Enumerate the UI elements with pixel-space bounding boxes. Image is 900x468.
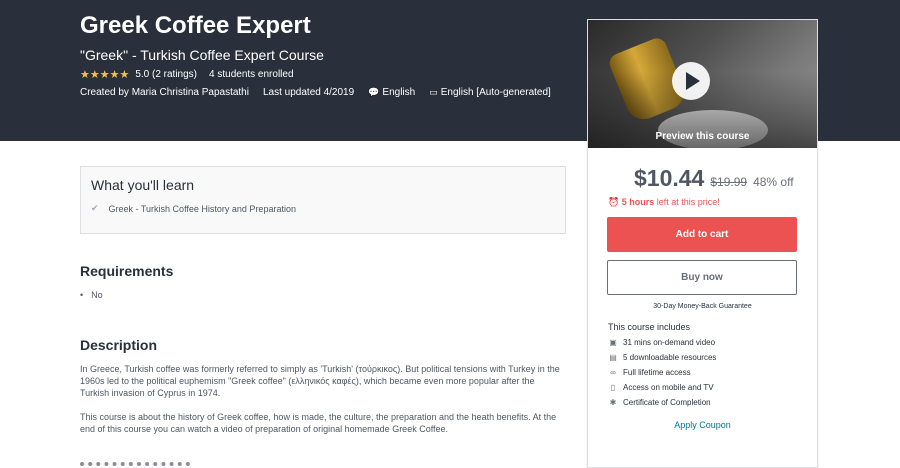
learn-item: ✔ Greek - Turkish Coffee History and Pre… (91, 203, 296, 214)
speech-bubble-icon: 💬 (368, 87, 380, 97)
star-rating-icon: ★★★★★ (80, 69, 130, 81)
include-label: 31 mins on-demand video (623, 338, 716, 347)
course-preview-video[interactable]: Preview this course (588, 20, 817, 148)
description-paragraph: This course is about the history of Gree… (80, 412, 557, 435)
last-updated: Last updated 4/2019 (262, 87, 355, 98)
include-label: Access on mobile and TV (623, 383, 714, 392)
captions-language: English [Auto-generated] (440, 87, 551, 98)
instructor-link[interactable]: Created by Maria Christina Papastathi (80, 87, 249, 98)
truncated-text (80, 462, 200, 468)
includes-list: ▣ 31 mins on-demand video ▤ 5 downloadab… (608, 335, 716, 410)
requirement-text: No (91, 290, 103, 300)
what-you-learn-box: What you'll learn ✔ Greek - Turkish Coff… (80, 166, 566, 234)
mobile-icon: ▯ (610, 383, 616, 392)
infinity-icon: ∞ (610, 368, 616, 377)
requirements-heading: Requirements (80, 263, 174, 279)
enrolled-count: 4 students enrolled (209, 69, 294, 80)
add-to-cart-button[interactable]: Add to cart (607, 217, 797, 252)
price-row: $10.44 $19.99 48% off (634, 165, 794, 192)
play-icon[interactable] (672, 62, 710, 100)
description-paragraph: In Greece, Turkish coffee was formerly r… (80, 364, 560, 399)
rating-text[interactable]: 5.0 (2 ratings) (135, 69, 197, 80)
list-item: ✱ Certificate of Completion (608, 395, 716, 410)
include-label: 5 downloadable resources (623, 353, 717, 362)
language: English (382, 87, 416, 98)
timer-hours: 5 hours (621, 197, 655, 207)
learn-item-text: Greek - Turkish Coffee History and Prepa… (108, 203, 296, 214)
learn-heading: What you'll learn (91, 177, 195, 193)
includes-heading: This course includes (608, 322, 691, 332)
course-title: Greek Coffee Expert (80, 12, 311, 39)
check-icon: ✔ (91, 203, 99, 213)
purchase-sidebar: Preview this course $10.44 $19.99 48% of… (587, 19, 818, 468)
list-item: ▯ Access on mobile and TV (608, 380, 716, 395)
original-price: $19.99 (710, 175, 748, 189)
price-timer: ⏰ 5 hours left at this price! (608, 197, 720, 208)
include-label: Certificate of Completion (623, 398, 711, 407)
preview-label: Preview this course (655, 131, 750, 142)
money-back-guarantee: 30-Day Money-Back Guarantee (653, 303, 752, 310)
current-price: $10.44 (634, 165, 705, 191)
alarm-clock-icon: ⏰ (608, 197, 620, 207)
list-item: ▤ 5 downloadable resources (608, 350, 716, 365)
video-icon: ▣ (609, 338, 617, 347)
bullet-icon: • (80, 290, 84, 300)
rating-row: ★★★★★ 5.0 (2 ratings) 4 students enrolle… (80, 68, 294, 81)
course-subtitle: "Greek" - Turkish Coffee Expert Course (80, 47, 324, 63)
list-item: ▣ 31 mins on-demand video (608, 335, 716, 350)
buy-now-button[interactable]: Buy now (607, 260, 797, 295)
timer-text: left at this price! (654, 197, 720, 207)
apply-coupon-link[interactable]: Apply Coupon (588, 420, 817, 430)
description-heading: Description (80, 337, 158, 353)
closed-captions-icon: ▭ (429, 87, 438, 97)
discount-percent: 48% off (753, 175, 794, 189)
requirement-item: • No (80, 290, 103, 300)
file-icon: ▤ (609, 353, 617, 362)
include-label: Full lifetime access (623, 368, 691, 377)
course-meta: Created by Maria Christina Papastathi La… (80, 87, 551, 98)
certificate-icon: ✱ (609, 398, 617, 407)
list-item: ∞ Full lifetime access (608, 365, 716, 380)
